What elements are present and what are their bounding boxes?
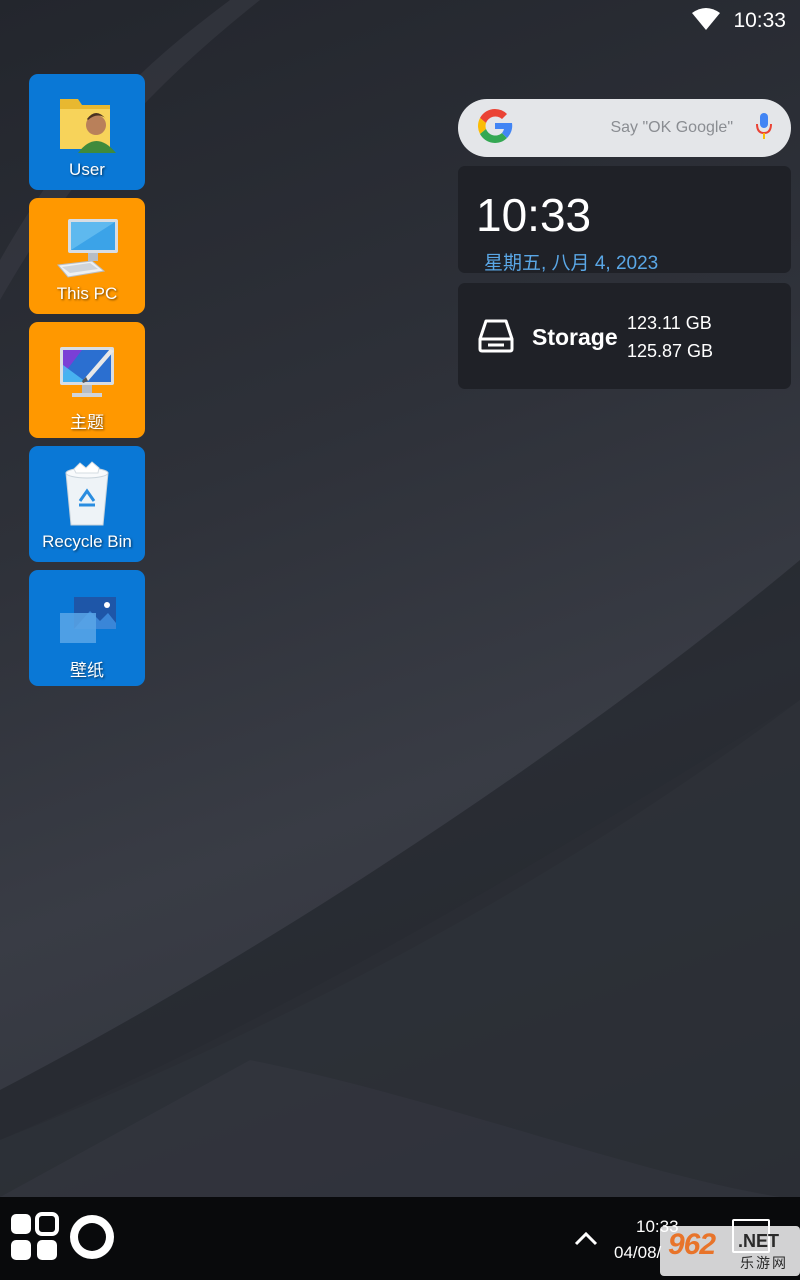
status-time: 10:33 <box>733 9 786 32</box>
theme-icon <box>51 334 123 406</box>
storage-widget[interactable]: Storage 123.11 GB 125.87 GB <box>458 283 791 389</box>
google-logo-icon <box>474 105 516 152</box>
chevron-up-icon[interactable] <box>573 1227 599 1249</box>
desktop-icon-this-pc[interactable]: This PC <box>29 198 145 314</box>
desktop-icon-user[interactable]: User <box>29 74 145 190</box>
clock-date: 星期五, 八月 4, 2023 <box>484 253 659 274</box>
google-search-bar[interactable]: Say "OK Google" <box>458 99 791 157</box>
wifi-icon <box>691 7 721 36</box>
start-menu-icon[interactable] <box>9 1212 59 1262</box>
status-bar: 10:33 <box>600 0 800 42</box>
search-hint: Say "OK Google" <box>610 119 733 136</box>
recycle-bin-icon <box>51 458 123 530</box>
storage-title: Storage <box>532 324 618 350</box>
drive-icon <box>478 319 514 358</box>
watermark-brand: 962 <box>668 1228 716 1261</box>
user-folder-icon <box>51 86 123 158</box>
desktop-icon-recycle-bin[interactable]: Recycle Bin <box>29 446 145 562</box>
clock-widget[interactable]: 10:33 星期五, 八月 4, 2023 <box>458 166 791 274</box>
desktop-icon-theme[interactable]: 主题 <box>29 322 145 438</box>
desktop-icon-label: 主题 <box>70 413 104 432</box>
desktop-icon-label: User <box>69 160 105 179</box>
desktop-icon-label: This PC <box>56 284 118 303</box>
wallpaper-icon <box>51 582 123 654</box>
watermark-logo: 962 .NET 乐游网 <box>660 1226 800 1276</box>
taskbar-date[interactable]: 04/08/ <box>614 1243 661 1263</box>
mic-icon[interactable] <box>755 112 773 145</box>
assistant-circle-icon[interactable] <box>67 1212 117 1262</box>
watermark-cn: 乐游网 <box>740 1255 788 1271</box>
computer-icon <box>51 210 123 282</box>
clock-time: 10:33 <box>476 189 592 241</box>
watermark-domain: .NET <box>738 1231 780 1251</box>
desktop-icon-wallpaper[interactable]: 壁纸 <box>29 570 145 686</box>
storage-used: 123.11 GB <box>627 313 712 333</box>
desktop-icon-label: Recycle Bin <box>42 532 132 551</box>
storage-total: 125.87 GB <box>627 341 714 361</box>
desktop-icon-label: 壁纸 <box>70 661 104 680</box>
